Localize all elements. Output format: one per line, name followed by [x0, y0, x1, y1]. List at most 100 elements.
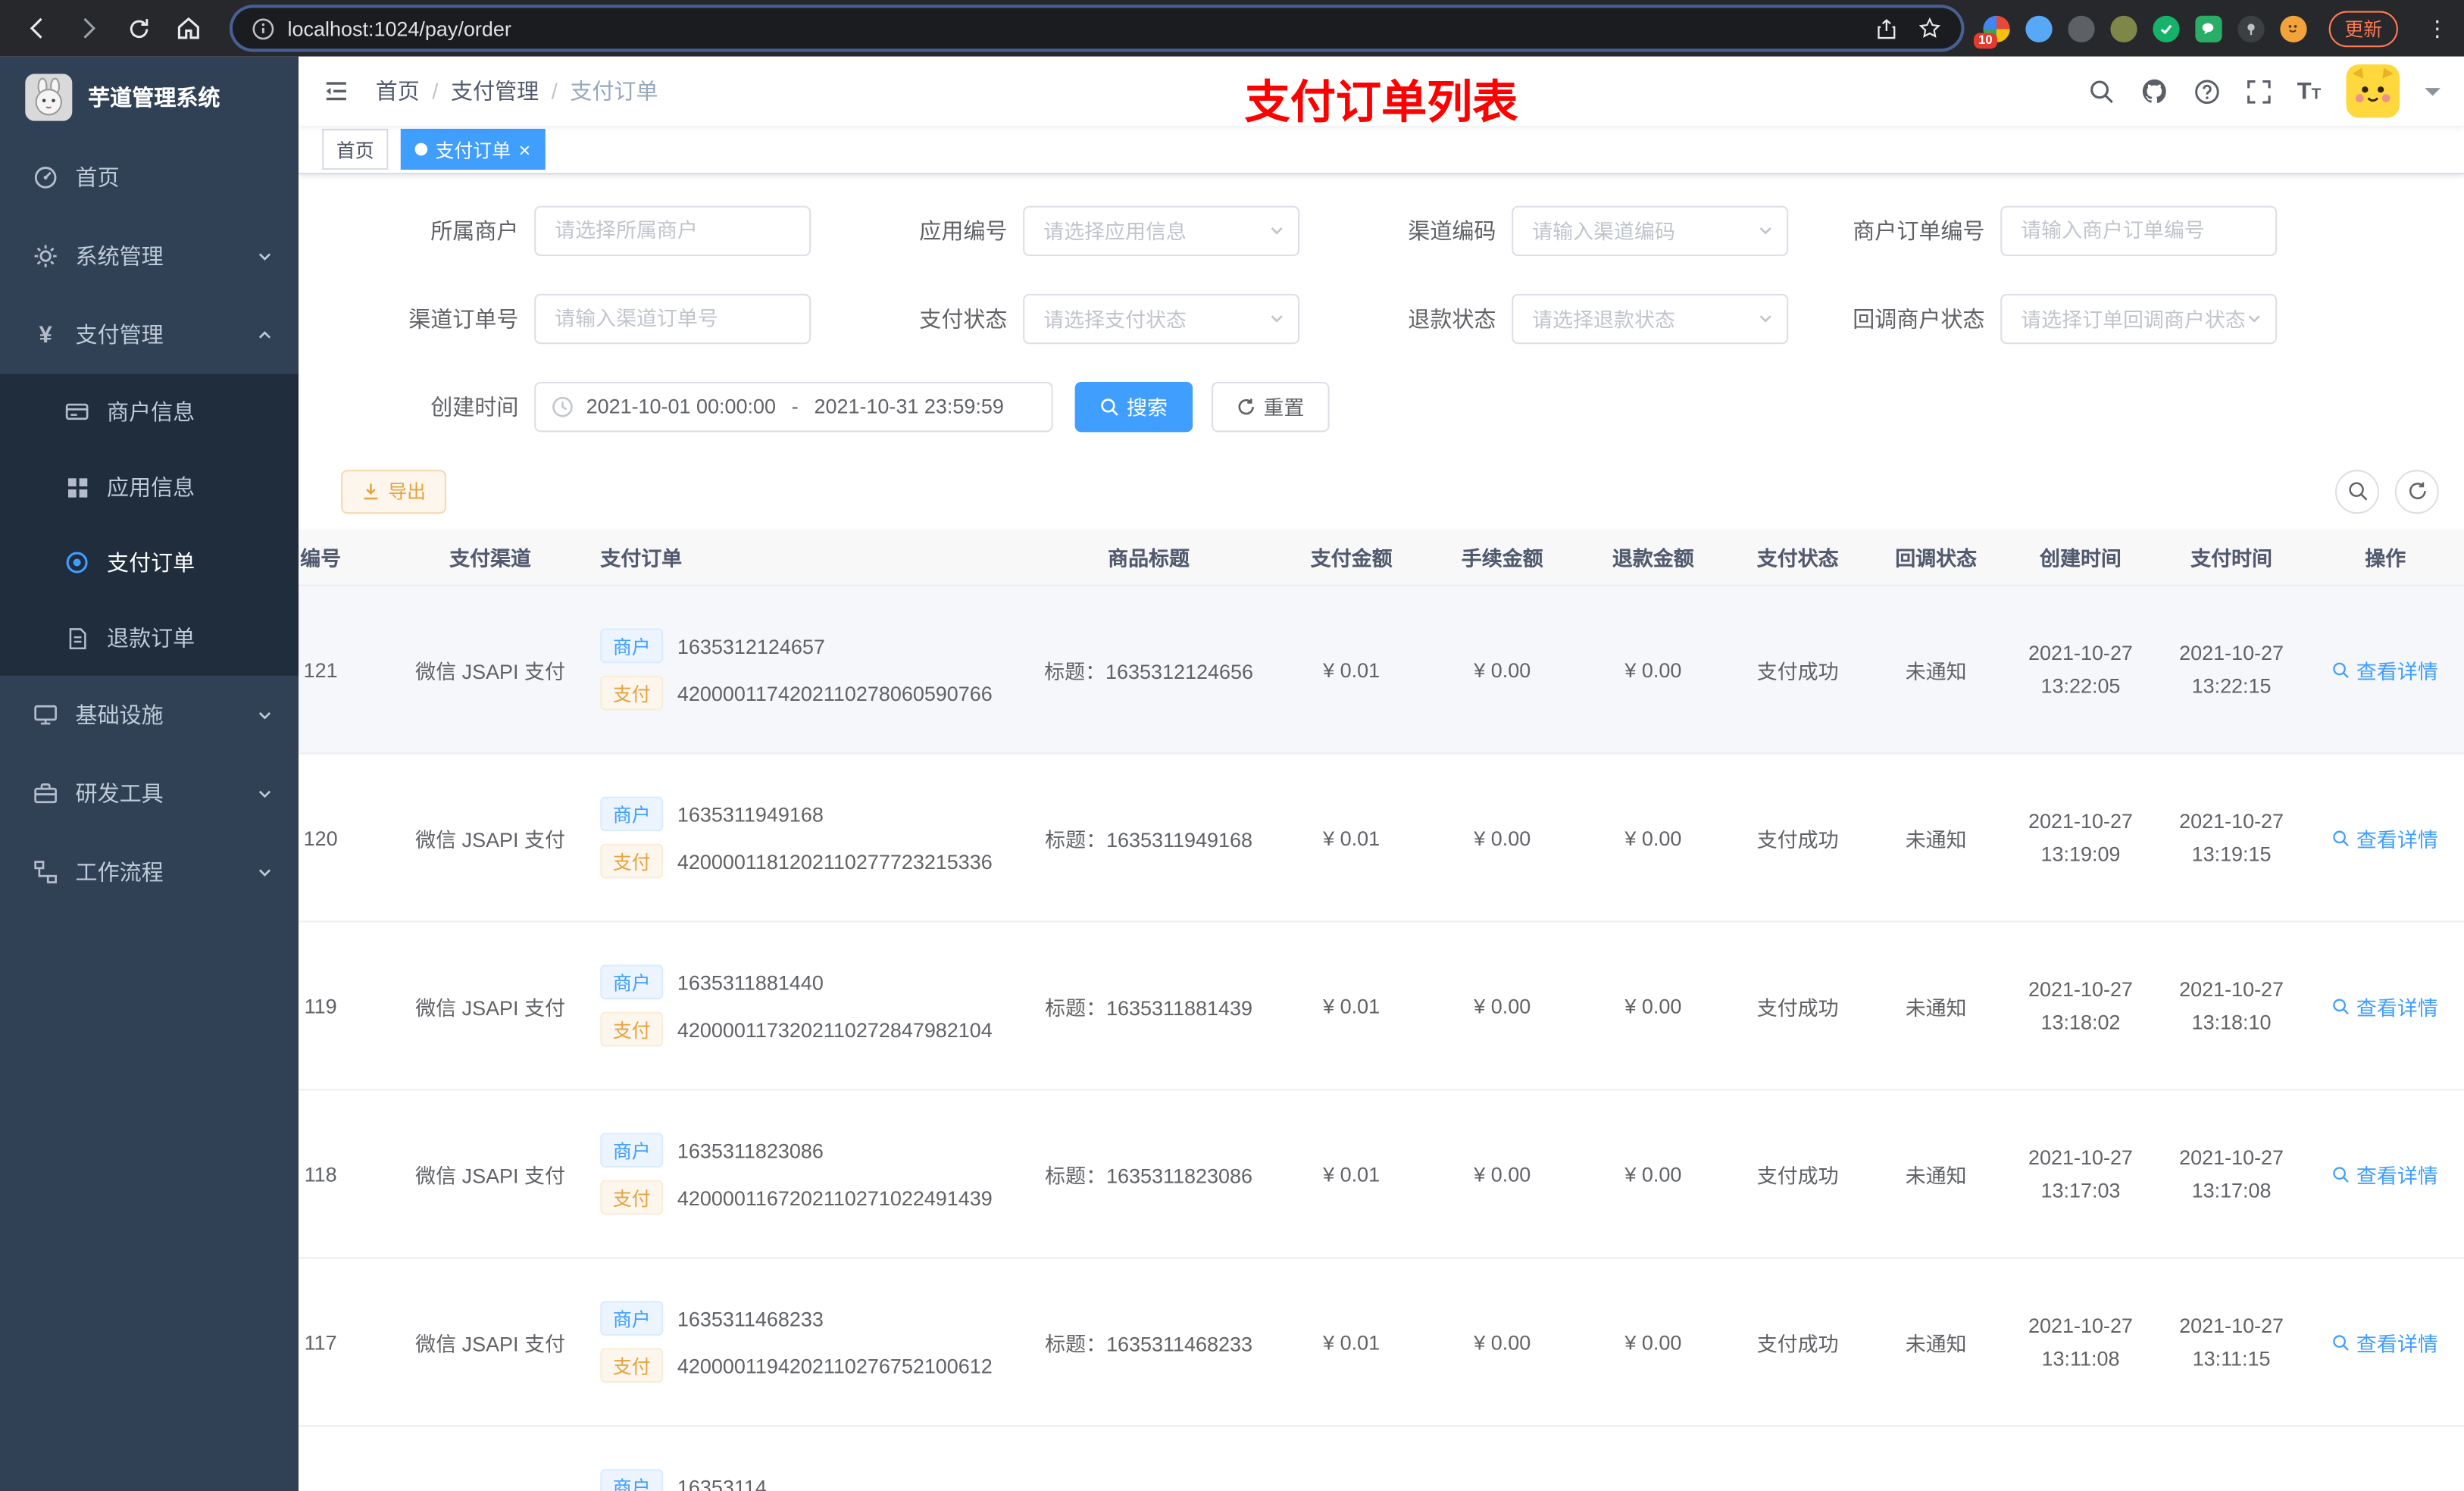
- browser-forward-button[interactable]: [66, 6, 110, 50]
- gray-extension-icon[interactable]: [2068, 14, 2095, 42]
- extensions-area: 10 更新 ⋮: [1973, 10, 2448, 48]
- col-amount: 支付金额: [1276, 529, 1427, 587]
- address-bar[interactable]: localhost:1024/pay/order: [232, 8, 1962, 49]
- refresh-table-button[interactable]: [2394, 470, 2439, 514]
- browser-home-button[interactable]: [167, 6, 211, 50]
- pay-tag: 支付: [600, 844, 664, 880]
- sidebar-item-payment[interactable]: ¥ 支付管理: [0, 295, 299, 374]
- toggle-search-button[interactable]: [2334, 470, 2380, 514]
- palette-extension-icon[interactable]: 10: [1973, 14, 2010, 48]
- search-icon[interactable]: [2088, 78, 2115, 105]
- view-detail-link[interactable]: 查看详情: [2333, 1327, 2438, 1357]
- cell-notify: [1866, 1427, 2006, 1491]
- sidebar-item-dev-tools[interactable]: 研发工具: [0, 755, 299, 833]
- github-icon[interactable]: [2140, 77, 2168, 105]
- sidebar-item-label: 商户信息: [107, 399, 195, 424]
- reset-button[interactable]: 重置: [1212, 381, 1330, 433]
- table-row: 120 微信 JSAPI 支付 商户 1635311949168 支付 420000…: [299, 754, 2464, 924]
- select-chevron-icon: [1271, 228, 1283, 236]
- cell-channel: 微信 JSAPI 支付: [399, 586, 582, 755]
- refund-status-select[interactable]: 请选择退款状态: [1512, 293, 1789, 345]
- merchant-tag: 商户: [600, 629, 664, 664]
- sidebar-item-system[interactable]: 系统管理: [0, 217, 299, 295]
- tab-pay-order[interactable]: 支付订单 ×: [400, 129, 545, 170]
- monitor-icon: [31, 702, 59, 727]
- tab-home[interactable]: 首页: [322, 129, 389, 170]
- channel-order-no-input[interactable]: [534, 293, 811, 345]
- view-detail-link[interactable]: 查看详情: [2333, 992, 2438, 1021]
- notify-status-select[interactable]: 请选择订单回调商户状态: [2000, 293, 2278, 345]
- view-detail-link[interactable]: 查看详情: [2333, 1160, 2438, 1189]
- merchant-order-no-input[interactable]: [2000, 205, 2278, 257]
- sidebar-item-home[interactable]: 首页: [0, 139, 299, 217]
- breadcrumb-home[interactable]: 首页: [376, 76, 420, 107]
- browser-reload-button[interactable]: [116, 6, 160, 50]
- pin-extension-icon[interactable]: [2025, 14, 2053, 42]
- chat-extension-icon[interactable]: [2195, 14, 2222, 42]
- select-chevron-icon: [1271, 316, 1283, 324]
- app-select[interactable]: 请选择应用信息: [1023, 205, 1300, 257]
- cell-title: 标题：1635311823086: [1021, 1090, 1277, 1260]
- main-area: 首页 / 支付管理 / 支付订单 支付订单列表 TT 首页 支付订单 × 所属商…: [299, 56, 2464, 1491]
- dashboard-icon: [31, 165, 59, 190]
- chevron-down-icon: [256, 785, 274, 802]
- merchant-input[interactable]: [534, 205, 811, 257]
- field-label: 应用编号: [919, 218, 1008, 244]
- sidebar-item-workflow[interactable]: 工作流程: [0, 833, 299, 911]
- font-size-icon[interactable]: TT: [2297, 80, 2322, 103]
- sidebar-collapse-button[interactable]: [322, 77, 350, 105]
- browser-menu-icon[interactable]: ⋮: [2426, 17, 2448, 39]
- gear-icon: [31, 243, 59, 268]
- cell-order: 商户 1635312124657 支付 4200001174202110278060…: [581, 586, 1022, 755]
- help-icon[interactable]: [2194, 78, 2220, 105]
- profile-avatar-icon[interactable]: [2280, 14, 2307, 42]
- dark-pin-extension-icon[interactable]: [2237, 14, 2265, 42]
- magnifier-icon: [2334, 1335, 2350, 1351]
- view-detail-link[interactable]: 查看详情: [2333, 824, 2438, 853]
- col-notify: 回调状态: [1866, 529, 2006, 587]
- cell-pay-time: [2156, 1427, 2307, 1491]
- col-title: 商品标题: [1021, 529, 1277, 587]
- create-time-range-picker[interactable]: 2021-10-01 00:00:00 - 2021-10-31 23:59:5…: [534, 381, 1053, 433]
- cell-notify: 未通知: [1866, 922, 2006, 1092]
- site-info-icon[interactable]: [252, 17, 275, 40]
- card-icon: [63, 399, 91, 424]
- sidebar-item-refund-order[interactable]: 退款订单: [0, 600, 299, 676]
- export-button[interactable]: 导出: [341, 470, 447, 514]
- cell-title: 标题：1635311881439: [1021, 922, 1277, 1092]
- bookmark-star-icon[interactable]: [1917, 16, 1942, 41]
- tab-close-icon[interactable]: ×: [518, 139, 530, 160]
- cell-create-time: 2021-10-27 13:18:02: [2005, 922, 2156, 1092]
- cell-actions: 查看详情: [2306, 1258, 2464, 1428]
- sidebar-item-merchant-info[interactable]: 商户信息: [0, 374, 299, 450]
- merchant-tag: 商户: [600, 1133, 664, 1168]
- browser-toolbar: localhost:1024/pay/order 10 更新 ⋮: [0, 0, 2464, 57]
- date-end-value: 2021-10-31 23:59:59: [814, 395, 1004, 419]
- breadcrumb-payment[interactable]: 支付管理: [451, 76, 539, 107]
- breadcrumb: 首页 / 支付管理 / 支付订单: [376, 76, 658, 107]
- sidebar-item-pay-order[interactable]: 支付订单: [0, 525, 299, 601]
- check-extension-icon[interactable]: [2153, 14, 2180, 42]
- select-chevron-icon: [1759, 228, 1771, 236]
- browser-update-button[interactable]: 更新: [2328, 10, 2398, 47]
- avatar-caret-icon[interactable]: [2425, 87, 2441, 95]
- sidebar-item-label: 支付管理: [75, 322, 164, 348]
- olive-extension-icon[interactable]: [2110, 14, 2137, 42]
- search-button[interactable]: 搜索: [1074, 381, 1193, 433]
- extension-badge: 10: [1973, 32, 1997, 48]
- share-icon[interactable]: [1875, 17, 1898, 40]
- browser-back-button[interactable]: [16, 6, 60, 50]
- col-actions: 操作: [2306, 529, 2464, 587]
- channel-code-select[interactable]: 请输入渠道编码: [1512, 205, 1789, 257]
- sidebar-item-app-info[interactable]: 应用信息: [0, 449, 299, 525]
- sidebar-item-infrastructure[interactable]: 基础设施: [0, 676, 299, 755]
- date-separator: -: [791, 395, 799, 419]
- user-avatar[interactable]: [2346, 64, 2400, 118]
- fullscreen-icon[interactable]: [2245, 78, 2272, 105]
- breadcrumb-current: 支付订单: [570, 79, 658, 105]
- view-detail-link[interactable]: 查看详情: [2333, 655, 2438, 685]
- cell-id: 117: [299, 1258, 399, 1428]
- cell-pay-time: 2021-10-27 13:17:08: [2156, 1090, 2307, 1260]
- pay-status-select[interactable]: 请选择支付状态: [1023, 293, 1300, 345]
- app-logo[interactable]: 芋道管理系统: [0, 57, 299, 139]
